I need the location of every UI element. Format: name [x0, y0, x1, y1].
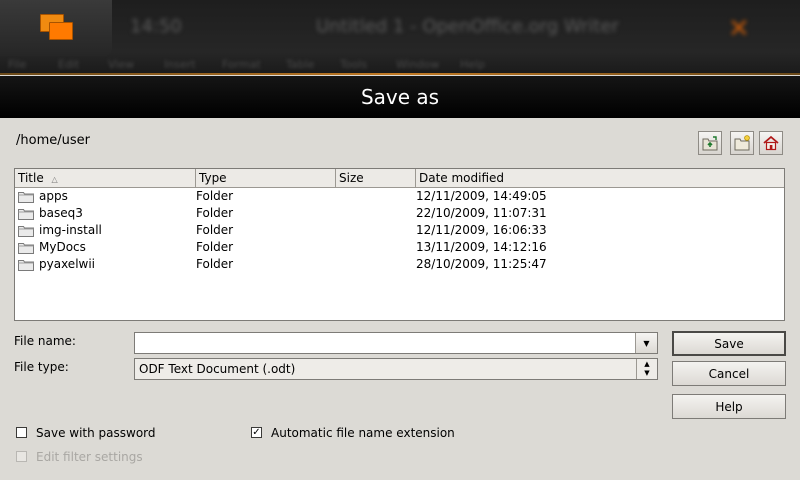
- file-type-spinner[interactable]: ▲ ▼: [636, 359, 657, 379]
- task-switcher-button[interactable]: [0, 0, 112, 56]
- taskbar-window-title: Untitled 1 - OpenOffice.org Writer: [316, 16, 619, 37]
- folder-icon: [18, 260, 34, 271]
- current-path: /home/user: [16, 133, 90, 148]
- file-name: pyaxelwii: [39, 257, 96, 271]
- task-switcher-icon: [40, 14, 74, 42]
- menu-item[interactable]: Table: [286, 58, 314, 71]
- file-type: Folder: [196, 240, 234, 254]
- menu-item[interactable]: Help: [460, 58, 485, 71]
- new-folder-icon: [734, 135, 750, 151]
- menu-item[interactable]: Format: [222, 58, 261, 71]
- folder-icon: [18, 209, 34, 220]
- save-button[interactable]: Save: [672, 331, 786, 356]
- chevron-down-icon: ▼: [644, 369, 650, 377]
- column-header-size[interactable]: Size: [336, 169, 416, 187]
- help-button[interactable]: Help: [672, 394, 786, 419]
- close-icon[interactable]: ✕: [728, 14, 758, 44]
- file-type: Folder: [196, 257, 234, 271]
- menu-item[interactable]: File: [8, 58, 26, 71]
- cancel-button[interactable]: Cancel: [672, 361, 786, 386]
- save-with-password-label: Save with password: [36, 426, 156, 440]
- home-icon: [763, 135, 779, 151]
- file-name: apps: [39, 189, 68, 203]
- file-name-dropdown-button[interactable]: ▼: [635, 333, 657, 353]
- edit-filter-settings-label: Edit filter settings: [36, 450, 143, 464]
- table-row[interactable]: apps Folder 12/11/2009, 14:49:05: [15, 188, 784, 205]
- table-row[interactable]: pyaxelwii Folder 28/10/2009, 11:25:47: [15, 256, 784, 273]
- column-header-type[interactable]: Type: [196, 169, 336, 187]
- file-type-value: ODF Text Document (.odt): [139, 362, 296, 376]
- file-name-input[interactable]: [137, 334, 636, 352]
- table-row[interactable]: baseq3 Folder 22/10/2009, 11:07:31: [15, 205, 784, 222]
- automatic-extension-label: Automatic file name extension: [271, 426, 455, 440]
- edit-filter-settings-checkbox: [16, 451, 27, 462]
- file-type: Folder: [196, 206, 234, 220]
- folder-up-icon: [702, 136, 718, 151]
- menu-item[interactable]: Tools: [340, 58, 367, 71]
- folder-icon: [18, 192, 34, 203]
- taskbar-clock: 14:50: [130, 16, 182, 37]
- automatic-extension-checkbox[interactable]: ✓: [251, 427, 262, 438]
- file-date: 13/11/2009, 14:12:16: [416, 240, 547, 254]
- column-header-date[interactable]: Date modified: [416, 169, 784, 187]
- list-header: Title △ Type Size Date modified: [15, 169, 784, 188]
- create-new-folder-button[interactable]: [730, 131, 754, 155]
- chevron-up-icon: ▲: [644, 360, 650, 368]
- up-one-level-button[interactable]: [698, 131, 722, 155]
- file-name: img-install: [39, 223, 102, 237]
- file-name-label: File name:: [14, 334, 76, 348]
- file-list[interactable]: Title △ Type Size Date modified apps Fol…: [14, 168, 785, 321]
- home-folder-button[interactable]: [759, 131, 783, 155]
- folder-icon: [18, 226, 34, 237]
- file-type: Folder: [196, 189, 234, 203]
- save-with-password-checkbox[interactable]: [16, 427, 27, 438]
- menu-item[interactable]: Insert: [164, 58, 196, 71]
- sort-ascending-icon: △: [51, 175, 58, 184]
- file-name: MyDocs: [39, 240, 86, 254]
- menu-item[interactable]: Edit: [58, 58, 79, 71]
- menu-item[interactable]: View: [108, 58, 134, 71]
- checkmark-icon: ✓: [252, 427, 261, 438]
- table-row[interactable]: img-install Folder 12/11/2009, 16:06:33: [15, 222, 784, 239]
- folder-icon: [18, 243, 34, 254]
- file-date: 12/11/2009, 14:49:05: [416, 189, 547, 203]
- menu-item[interactable]: Window: [396, 58, 439, 71]
- table-row[interactable]: MyDocs Folder 13/11/2009, 14:12:16: [15, 239, 784, 256]
- taskbar-menu: File Edit View Insert Format Table Tools…: [0, 58, 800, 74]
- taskbar: 14:50 Untitled 1 - OpenOffice.org Writer…: [0, 0, 800, 75]
- file-date: 22/10/2009, 11:07:31: [416, 206, 547, 220]
- column-header-title[interactable]: Title △: [15, 169, 196, 187]
- column-header-label: Title: [18, 171, 44, 185]
- file-name: baseq3: [39, 206, 83, 220]
- dialog-title: Save as: [0, 76, 800, 118]
- file-date: 12/11/2009, 16:06:33: [416, 223, 547, 237]
- chevron-down-icon: ▼: [643, 338, 650, 348]
- file-type-select[interactable]: ODF Text Document (.odt) ▲ ▼: [134, 358, 658, 380]
- file-date: 28/10/2009, 11:25:47: [416, 257, 547, 271]
- file-type: Folder: [196, 223, 234, 237]
- taskbar-divider: [0, 73, 800, 75]
- file-type-label: File type:: [14, 360, 69, 374]
- file-name-combobox[interactable]: ▼: [134, 332, 658, 354]
